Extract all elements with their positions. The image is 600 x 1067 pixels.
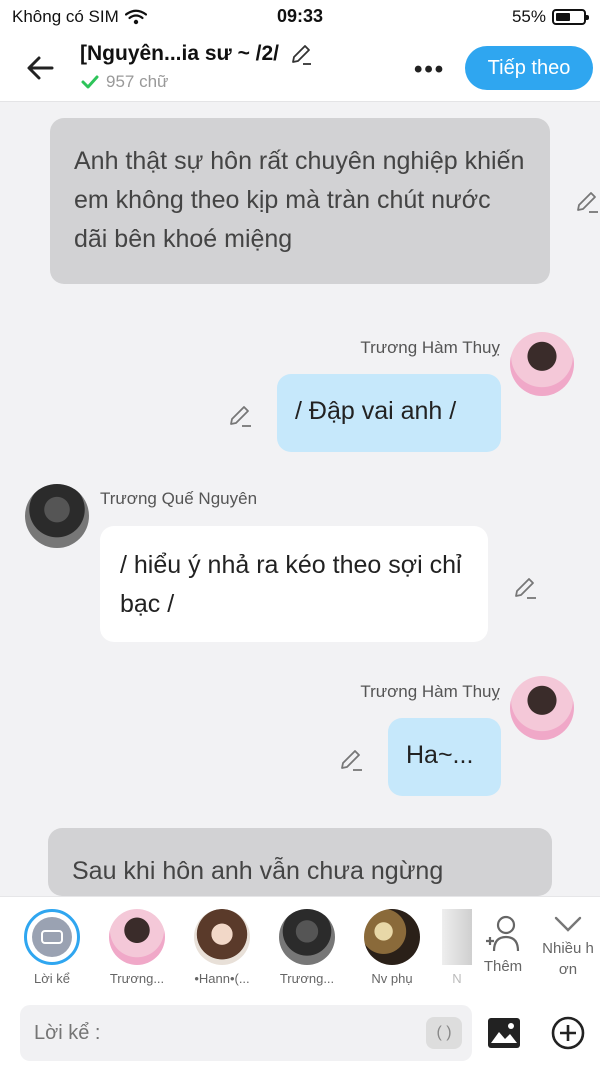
character-item[interactable]: N: [442, 909, 472, 986]
status-bar: Không có SIM 09:33 55%: [0, 0, 600, 34]
battery-percent: 55%: [511, 7, 546, 26]
image-icon[interactable]: [487, 1017, 521, 1049]
avatar: [364, 909, 420, 965]
word-count: 957 chữ: [106, 72, 169, 91]
word-count-row: 957 chữ: [80, 72, 168, 92]
add-character-button[interactable]: Thêm: [478, 913, 528, 975]
more-label-line-1: Nhiều h: [542, 940, 594, 957]
sender-name: Trương Quế Nguyên: [100, 489, 258, 508]
my-message-bubble[interactable]: / Đập vai anh /: [277, 374, 501, 452]
character-label: •Hann•(...: [194, 971, 250, 986]
battery-level: [556, 13, 570, 21]
top-bar: [Nguyên...ia sư ~ /2/ 957 chữ ••• Tiếp t…: [0, 34, 600, 102]
character-label: Lời kể: [34, 971, 70, 986]
add-label: Thêm: [483, 958, 523, 975]
avatar: [109, 909, 165, 965]
story-title-row[interactable]: [Nguyên...ia sư ~ /2/: [80, 42, 313, 66]
character-label: N: [452, 971, 462, 986]
chat-icon: [32, 917, 72, 957]
add-person-icon: [486, 915, 520, 952]
more-options-icon[interactable]: •••: [414, 56, 445, 84]
edit-pencil-icon[interactable]: [574, 188, 600, 214]
character-label: Trương...: [279, 971, 335, 986]
compose-panel: Lời kể Trương... •Hann•(... Trương... Nv…: [0, 896, 600, 1067]
message-input[interactable]: [20, 1005, 400, 1061]
battery-icon: [552, 9, 589, 25]
next-button[interactable]: Tiếp theo: [465, 46, 593, 90]
back-arrow-icon[interactable]: [22, 48, 62, 88]
story-title: [Nguyên...ia sư ~ /2/: [80, 42, 280, 65]
character-item[interactable]: Nv phụ: [357, 909, 427, 986]
avatar: [279, 909, 335, 965]
avatar[interactable]: [25, 484, 89, 548]
plus-circle-icon[interactable]: [550, 1015, 586, 1051]
avatar: [194, 909, 250, 965]
pencil-icon[interactable]: [289, 42, 313, 66]
my-message-bubble[interactable]: Ha~...: [388, 718, 501, 796]
edit-pencil-icon[interactable]: [512, 574, 538, 600]
character-label: Nv phụ: [371, 971, 413, 986]
character-item[interactable]: •Hann•(...: [187, 909, 257, 986]
character-item[interactable]: Trương...: [102, 909, 172, 986]
narration-bubble[interactable]: Sau khi hôn anh vẫn chưa ngừng: [48, 828, 552, 896]
sender-name: Trương Hàm Thuỵ: [360, 338, 500, 357]
edit-pencil-icon[interactable]: [227, 402, 253, 428]
chevron-down-icon: [554, 916, 582, 932]
character-narrator[interactable]: Lời kể: [17, 909, 87, 986]
avatar: [442, 909, 472, 965]
narration-bubble[interactable]: Anh thật sự hôn rất chuyên nghiệp khiến …: [50, 118, 550, 284]
message-input-box[interactable]: ( ): [20, 1005, 472, 1061]
battery-group: 55%: [511, 7, 589, 27]
character-label: Trương...: [109, 971, 165, 986]
character-item[interactable]: Trương...: [272, 909, 342, 986]
narrator-avatar: [24, 909, 80, 965]
their-message-bubble[interactable]: / hiểu ý nhả ra kéo theo sợi chỉ bạc /: [100, 526, 488, 642]
avatar[interactable]: [510, 332, 574, 396]
edit-pencil-icon[interactable]: [338, 746, 364, 772]
action-paren-button[interactable]: ( ): [426, 1017, 462, 1049]
more-label-line-2: ơn: [558, 961, 578, 978]
avatar[interactable]: [510, 676, 574, 740]
more-characters-button[interactable]: Nhiều h ơn: [538, 915, 598, 980]
sender-name: Trương Hàm Thuỵ: [360, 682, 500, 701]
clock: 09:33: [276, 6, 324, 26]
check-icon: [81, 75, 99, 89]
